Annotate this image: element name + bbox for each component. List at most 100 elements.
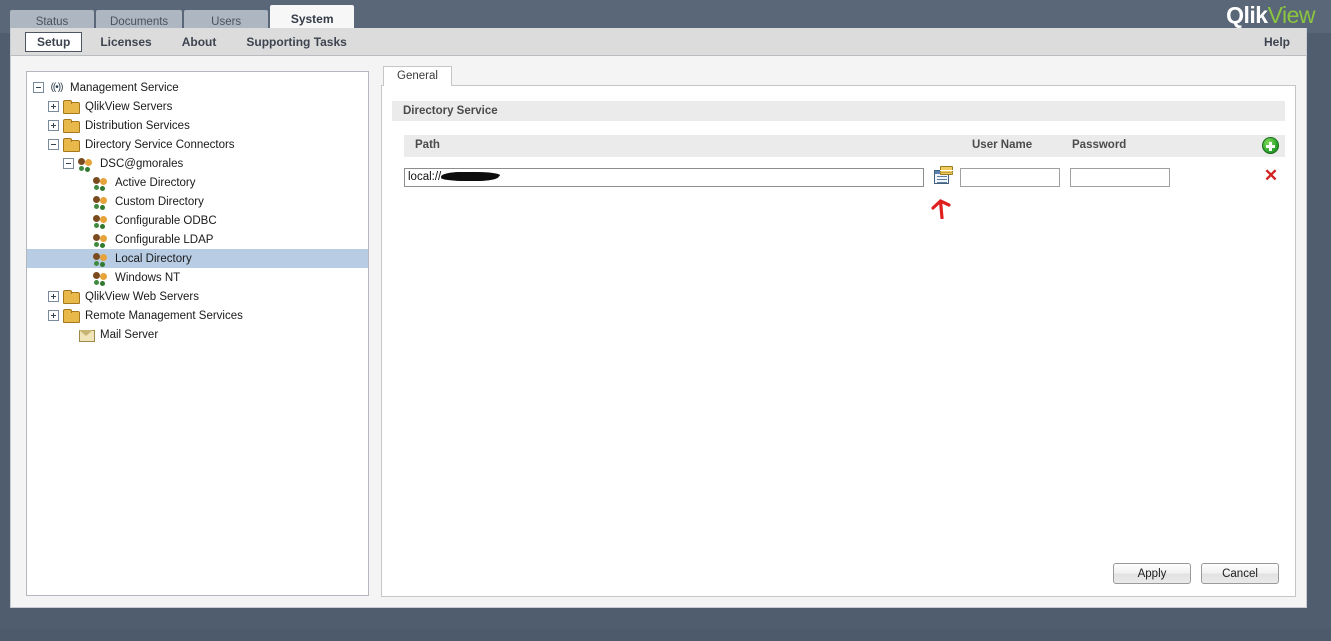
users-icon — [93, 251, 110, 266]
table-column-headers: Path User Name Password — [404, 135, 1285, 157]
column-header-password: Password — [1072, 139, 1127, 151]
sub-tab-supporting-tasks-label: Supporting Tasks — [246, 34, 347, 49]
folder-icon — [63, 289, 80, 304]
footer-buttons: Apply Cancel — [1103, 563, 1279, 584]
tree-node-management-service[interactable]: ((•)) Management Service — [27, 78, 368, 97]
main-tab-system-label: System — [290, 12, 334, 26]
tree-node-local-directory[interactable]: Local Directory — [27, 249, 368, 268]
user-name-input[interactable] — [960, 168, 1060, 187]
sub-tab-licenses-label: Licenses — [100, 34, 152, 49]
tree-expand-icon[interactable] — [48, 291, 59, 302]
table-row: local:// ✕ — [404, 165, 1285, 219]
users-icon — [78, 156, 95, 171]
tree-node-label: Configurable ODBC — [115, 214, 217, 227]
tree-node-remote-management-services[interactable]: Remote Management Services — [27, 306, 368, 325]
tree-node-label: QlikView Web Servers — [85, 290, 199, 303]
window-bottom-strip — [0, 629, 1331, 641]
sub-tab-bar: Setup Licenses About Supporting Tasks He… — [11, 28, 1306, 56]
tree-node-qlikview-servers[interactable]: QlikView Servers — [27, 97, 368, 116]
section-header-directory-service: Directory Service — [392, 101, 1285, 121]
password-input[interactable] — [1070, 168, 1170, 187]
tree-node-label: Active Directory — [115, 176, 196, 189]
tree-node-label: Remote Management Services — [85, 309, 243, 322]
tree-node-label: Local Directory — [115, 252, 192, 265]
column-header-path: Path — [415, 139, 440, 151]
main-tab-documents-label: Documents — [110, 15, 169, 28]
system-tree-panel[interactable]: ((•)) Management Service QlikView Servers D… — [26, 71, 369, 596]
folder-icon — [63, 137, 80, 152]
tree-node-custom-directory[interactable]: Custom Directory — [27, 192, 368, 211]
sub-tab-about-label: About — [181, 34, 217, 49]
sub-tab-setup-label: Setup — [37, 34, 71, 49]
help-link[interactable]: Help — [1264, 35, 1290, 49]
column-header-user-name: User Name — [972, 139, 1033, 151]
folder-icon — [63, 118, 80, 133]
cancel-button[interactable]: Cancel — [1201, 563, 1279, 584]
tree-node-configurable-odbc[interactable]: Configurable ODBC — [27, 211, 368, 230]
tree-collapse-icon[interactable] — [33, 82, 44, 93]
tree-node-label: Mail Server — [100, 328, 159, 341]
add-row-icon[interactable] — [1262, 137, 1279, 154]
tree-node-label: QlikView Servers — [85, 100, 173, 113]
tree-expand-icon[interactable] — [48, 120, 59, 131]
tree-node-label: Distribution Services — [85, 119, 190, 132]
sub-tab-about[interactable]: About — [170, 32, 229, 52]
tree-expand-icon[interactable] — [48, 101, 59, 112]
apply-button[interactable]: Apply — [1113, 563, 1191, 584]
path-redaction-mark — [441, 171, 500, 181]
browse-folder-glyph — [940, 166, 953, 175]
inner-tab-bar: General — [381, 64, 1296, 86]
broadcast-icon: ((•)) — [50, 82, 64, 93]
section-title: Directory Service — [403, 105, 498, 117]
tree-expand-icon[interactable] — [48, 310, 59, 321]
main-tab-status-label: Status — [35, 15, 69, 28]
tree-collapse-icon[interactable] — [48, 139, 59, 150]
system-tree: ((•)) Management Service QlikView Servers D… — [27, 78, 368, 344]
path-input-value: local:// — [408, 171, 442, 183]
sub-tab-licenses[interactable]: Licenses — [88, 32, 163, 52]
path-input[interactable]: local:// — [404, 168, 924, 187]
tree-node-windows-nt[interactable]: Windows NT — [27, 268, 368, 287]
tree-node-distribution-services[interactable]: Distribution Services — [27, 116, 368, 135]
tab-general[interactable]: General — [383, 66, 452, 86]
users-icon — [93, 175, 110, 190]
card-body: ((•)) Management Service QlikView Servers D… — [11, 56, 1306, 607]
delete-row-icon[interactable]: ✕ — [1263, 167, 1279, 184]
users-icon — [93, 213, 110, 228]
tree-node-label: Custom Directory — [115, 195, 204, 208]
users-icon — [93, 194, 110, 209]
tree-node-dsc-gmorales[interactable]: DSC@gmorales — [27, 154, 368, 173]
tab-general-label: General — [397, 70, 438, 82]
qmc-window: Status Documents Users System QlikView S… — [0, 0, 1331, 641]
tree-collapse-icon[interactable] — [63, 158, 74, 169]
sub-tab-supporting-tasks[interactable]: Supporting Tasks — [234, 32, 358, 52]
tree-node-directory-service-connectors[interactable]: Directory Service Connectors — [27, 135, 368, 154]
users-icon — [93, 270, 110, 285]
logo-qlik-text: Qlik — [1226, 2, 1268, 28]
main-tab-users-label: Users — [211, 15, 242, 28]
tree-node-qlikview-web-servers[interactable]: QlikView Web Servers — [27, 287, 368, 306]
tree-node-label: Directory Service Connectors — [85, 138, 235, 151]
users-icon — [93, 232, 110, 247]
tree-node-mail-server[interactable]: Mail Server — [27, 325, 368, 344]
main-card: Setup Licenses About Supporting Tasks He… — [10, 28, 1307, 608]
content-area: General Directory Service Path User Name… — [381, 64, 1296, 597]
directory-service-table: Path User Name Password local:// ✕ — [404, 135, 1285, 219]
tree-node-label: Configurable LDAP — [115, 233, 214, 246]
general-panel: Directory Service Path User Name Passwor… — [381, 86, 1296, 597]
tree-node-label: Windows NT — [115, 271, 181, 284]
tree-node-active-directory[interactable]: Active Directory — [27, 173, 368, 192]
tree-node-label: Management Service — [70, 81, 179, 94]
qlikview-logo: QlikView — [1226, 2, 1315, 28]
browse-properties-icon[interactable] — [932, 166, 954, 188]
annotation-arrow-icon — [931, 199, 951, 219]
folder-icon — [63, 99, 80, 114]
tree-node-label: DSC@gmorales — [100, 157, 184, 170]
sub-tab-setup[interactable]: Setup — [25, 31, 83, 52]
logo-view-text: View — [1267, 2, 1316, 28]
apply-button-label: Apply — [1137, 567, 1167, 580]
folder-icon — [63, 308, 80, 323]
tree-node-configurable-ldap[interactable]: Configurable LDAP — [27, 230, 368, 249]
mail-icon — [78, 327, 95, 342]
cancel-button-label: Cancel — [1222, 567, 1258, 580]
